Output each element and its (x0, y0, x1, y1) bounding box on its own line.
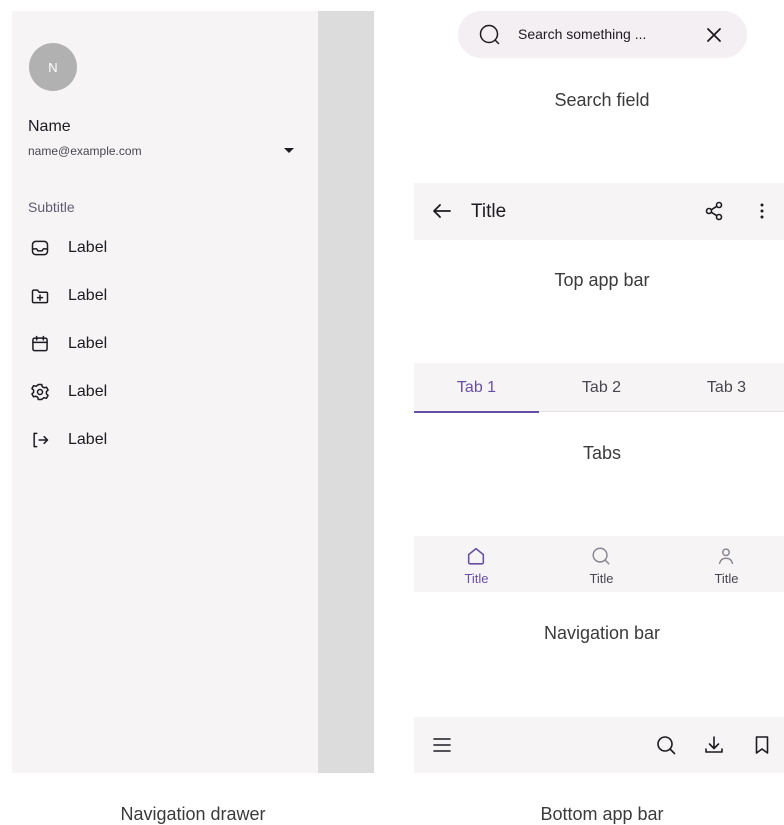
top-app-bar-title: Title (471, 201, 507, 222)
bottom-app-bar (414, 717, 784, 773)
search-icon[interactable] (654, 733, 678, 757)
user-email: name@example.com (28, 144, 142, 158)
search-bar (458, 11, 747, 58)
folder-add-icon (28, 284, 52, 308)
account-dropdown-icon[interactable] (284, 148, 294, 153)
search-icon[interactable] (478, 23, 502, 47)
caption-top-app-bar: Top app bar (554, 270, 650, 290)
drawer-item-label: Label (68, 335, 108, 352)
drawer-item-logout[interactable]: Label (20, 418, 310, 462)
drawer-subtitle: Subtitle (28, 199, 75, 215)
logout-icon (28, 428, 52, 452)
nav-item-label: Title (714, 571, 739, 586)
drawer-item-label: Label (68, 383, 108, 400)
arrow-left-icon[interactable] (430, 199, 454, 223)
tab-bar: Tab 1 Tab 2 Tab 3 (414, 363, 784, 413)
caption-bottom-app-bar: Bottom app bar (540, 804, 664, 824)
home-icon (465, 545, 487, 567)
navigation-drawer-frame: N Name name@example.com Subtitle Label L… (12, 11, 374, 773)
download-icon[interactable] (702, 733, 726, 757)
search-icon (590, 545, 612, 567)
nav-item-search[interactable]: Title (539, 536, 664, 592)
caption-tabs: Tabs (582, 443, 622, 463)
drawer-item-settings[interactable]: Label (20, 370, 310, 414)
inbox-icon (28, 236, 52, 260)
gear-icon (28, 380, 52, 404)
caption-navigation-drawer: Navigation drawer (120, 804, 266, 824)
avatar[interactable]: N (29, 43, 77, 91)
drawer-item-label: Label (68, 287, 108, 304)
tab-2[interactable]: Tab 2 (539, 363, 664, 412)
nav-item-profile[interactable]: Title (664, 536, 784, 592)
nav-item-label: Title (464, 571, 489, 586)
tab-1[interactable]: Tab 1 (414, 363, 539, 413)
search-input[interactable] (518, 23, 688, 45)
more-vertical-icon[interactable] (750, 199, 774, 223)
drawer-item-new-folder[interactable]: Label (20, 274, 310, 318)
drawer-item-label: Label (68, 239, 108, 256)
navigation-bar: Title Title Title (414, 536, 784, 592)
tab-3[interactable]: Tab 3 (664, 363, 784, 412)
caption-search-field: Search field (554, 90, 650, 110)
menu-icon[interactable] (430, 733, 454, 757)
caption-navigation-bar: Navigation bar (543, 623, 661, 643)
user-name: Name (28, 118, 71, 135)
drawer-item-inbox[interactable]: Label (20, 226, 310, 270)
top-app-bar: Title (414, 183, 784, 240)
calendar-icon (28, 332, 52, 356)
nav-item-label: Title (589, 571, 614, 586)
navigation-drawer: N Name name@example.com Subtitle Label L… (12, 11, 318, 773)
person-icon (715, 545, 737, 567)
bookmark-icon[interactable] (750, 733, 774, 757)
drawer-item-label: Label (68, 431, 108, 448)
close-icon[interactable] (702, 23, 726, 47)
nav-item-home[interactable]: Title (414, 536, 539, 592)
share-icon[interactable] (702, 199, 726, 223)
drawer-item-calendar[interactable]: Label (20, 322, 310, 366)
